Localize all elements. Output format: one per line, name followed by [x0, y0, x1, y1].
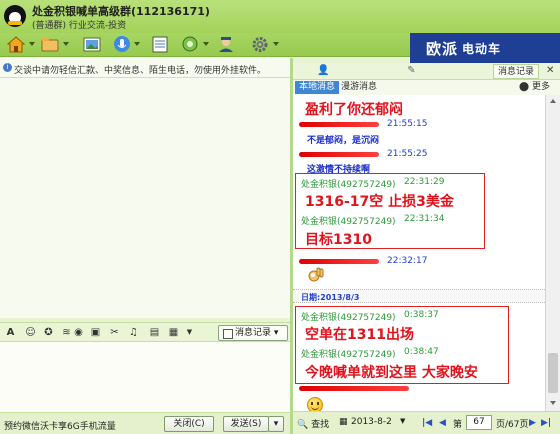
more-tools-icon[interactable]: ▦	[167, 326, 180, 339]
redacted-sender	[299, 386, 409, 391]
more-button[interactable]: ⬤ 更多	[519, 81, 550, 94]
message-text: 空单在1311出场	[305, 327, 414, 343]
brand-name: 欧派	[426, 39, 459, 58]
ad-link[interactable]: 预约微信沃卡享6G手机流量	[4, 419, 116, 432]
tab-message-record[interactable]: 消息记录	[493, 64, 540, 79]
close-button[interactable]: 关闭(C)	[164, 416, 214, 432]
sender-name: 处金积银(492757249)	[301, 350, 396, 360]
redacted-sender	[299, 122, 379, 127]
message-time: 22:31:34	[404, 214, 445, 224]
more-label: 更多	[531, 82, 550, 92]
message-record-label: 消息记录	[235, 328, 272, 338]
members-icon[interactable]: 👤	[317, 65, 330, 77]
message-time: 21:55:25	[387, 149, 428, 159]
chevron-down-icon[interactable]	[203, 42, 209, 46]
close-icon[interactable]: ✕	[546, 65, 554, 76]
brand-banner[interactable]: 欧派 电动车	[410, 33, 560, 63]
voice-message-icon[interactable]: ◉	[72, 326, 85, 339]
scroll-thumb[interactable]	[548, 353, 558, 393]
chevron-down-icon[interactable]	[63, 42, 69, 46]
magic-emoji-icon[interactable]: ✪	[42, 326, 55, 339]
date-value[interactable]: 2013-8-2	[351, 417, 392, 427]
sender-name: 处金积银(492757249)	[301, 217, 396, 227]
send-options-button[interactable]: ▾	[268, 416, 284, 432]
emoji-icon[interactable]: ☺	[24, 326, 37, 339]
search-label: 查找	[311, 420, 330, 430]
calendar-icon[interactable]: ▦	[339, 417, 348, 427]
screenshot-icon[interactable]: ✂	[108, 326, 121, 339]
microphone-icon[interactable]	[112, 35, 132, 54]
picture-icon[interactable]	[82, 35, 102, 54]
redacted-sender	[299, 152, 379, 157]
notice-text: 交谈中请勿轻信汇款、中奖信息、陌生电话，勿使用外挂软件。	[14, 66, 267, 76]
folder-icon[interactable]	[40, 35, 60, 54]
sender-name: 处金积银(492757249)	[301, 313, 396, 323]
music-icon[interactable]: ♫	[127, 326, 140, 339]
group-subtitle: (普通群) 行业交流-投资	[32, 21, 127, 31]
search-button[interactable]: 🔍 查找	[297, 417, 329, 430]
qq-penguin-icon	[4, 5, 26, 27]
gift-icon[interactable]: ▤	[148, 326, 161, 339]
page-prefix: 第	[453, 420, 463, 430]
message-record-button[interactable]: 消息记录 ▾	[218, 325, 288, 341]
prev-page-icon[interactable]: ◀	[439, 418, 446, 428]
send-button[interactable]: 发送(S)	[223, 416, 269, 432]
font-icon[interactable]: A	[4, 326, 17, 339]
title-bar: 处金积银喊单高级群(112136171) (普通群) 行业交流-投资	[0, 0, 560, 33]
chevron-down-icon[interactable]: ▼	[183, 326, 196, 339]
right-tab-bar: 👤 ✎ 消息记录 ✕	[293, 63, 560, 80]
chevron-down-icon[interactable]	[273, 42, 279, 46]
next-page-icon[interactable]: ▶	[529, 418, 536, 428]
message-text: 1316-17空 止损3美金	[305, 194, 454, 210]
page-total: 页/67页	[496, 420, 529, 430]
message-text: 不是郁闷，是沉闷	[307, 136, 380, 146]
info-icon: i	[3, 63, 12, 72]
history-nav-bar: 🔍 查找 ▦ 2013-8-2 ▼ |◀ ◀ 第 67 页/67页 ▶ ▶|	[293, 411, 560, 434]
home-icon[interactable]	[6, 35, 26, 54]
announcement-icon[interactable]: ✎	[405, 65, 418, 77]
sender-name: 处金积银(492757249)	[301, 180, 396, 190]
message-text: 盈利了你还郁闷	[305, 102, 403, 118]
message-text: 今晚喊单就到这里 大家晚安	[305, 365, 478, 381]
message-history[interactable]: 盈利了你还郁闷 21:55:15 不是郁闷，是沉闷 21:55:25 这激情不持…	[293, 95, 545, 411]
history-scrollbar[interactable]	[545, 95, 560, 411]
date-label: 日期:2013/8/3	[301, 293, 360, 302]
message-time: 22:31:29	[404, 177, 445, 187]
smiley-icon	[307, 397, 323, 411]
scroll-down-icon[interactable]	[550, 401, 556, 405]
first-page-icon[interactable]: |◀	[422, 418, 432, 428]
image-icon[interactable]: ▣	[89, 326, 102, 339]
message-time: 22:32:17	[387, 256, 428, 266]
bottom-bar-left: 预约微信沃卡享6G手机流量 关闭(C) 发送(S) ▾	[0, 412, 290, 434]
scroll-up-icon[interactable]	[550, 99, 556, 103]
chevron-down-icon[interactable]: ▼	[400, 417, 405, 425]
message-time: 21:55:15	[387, 119, 428, 129]
redacted-sender	[299, 259, 379, 264]
document-icon[interactable]	[150, 35, 170, 54]
page-number-input[interactable]: 67	[466, 415, 492, 430]
message-time: 0:38:47	[404, 347, 439, 357]
history-subtabs: 本地消息 漫游消息 ⬤ 更多	[293, 80, 560, 95]
globe-icon[interactable]	[180, 35, 200, 54]
date-separator: 日期:2013/8/3	[293, 289, 545, 303]
chevron-down-icon[interactable]	[134, 42, 140, 46]
chat-message-area[interactable]	[0, 78, 290, 318]
security-notice: i 交谈中请勿轻信汇款、中奖信息、陌生电话，勿使用外挂软件。	[0, 58, 290, 78]
message-text: 目标1310	[305, 232, 372, 248]
brand-suffix: 电动车	[462, 41, 502, 56]
gear-icon[interactable]	[250, 35, 270, 54]
group-title: 处金积银喊单高级群(112136171)	[32, 5, 210, 18]
last-page-icon[interactable]: ▶|	[541, 418, 551, 428]
ok-hand-icon	[308, 267, 324, 282]
tab-local-messages[interactable]: 本地消息	[295, 81, 340, 94]
chevron-down-icon[interactable]	[29, 42, 35, 46]
message-input[interactable]	[0, 342, 290, 412]
tab-roaming-messages[interactable]: 漫游消息	[341, 81, 377, 94]
message-time: 0:38:37	[404, 310, 439, 320]
input-toolbar: A ☺ ✪ ≋ ◉ ▣ ✂ ♫ ▤ ▦ ▼ 消息记录 ▾	[0, 322, 290, 342]
user-officer-icon[interactable]	[216, 35, 236, 54]
